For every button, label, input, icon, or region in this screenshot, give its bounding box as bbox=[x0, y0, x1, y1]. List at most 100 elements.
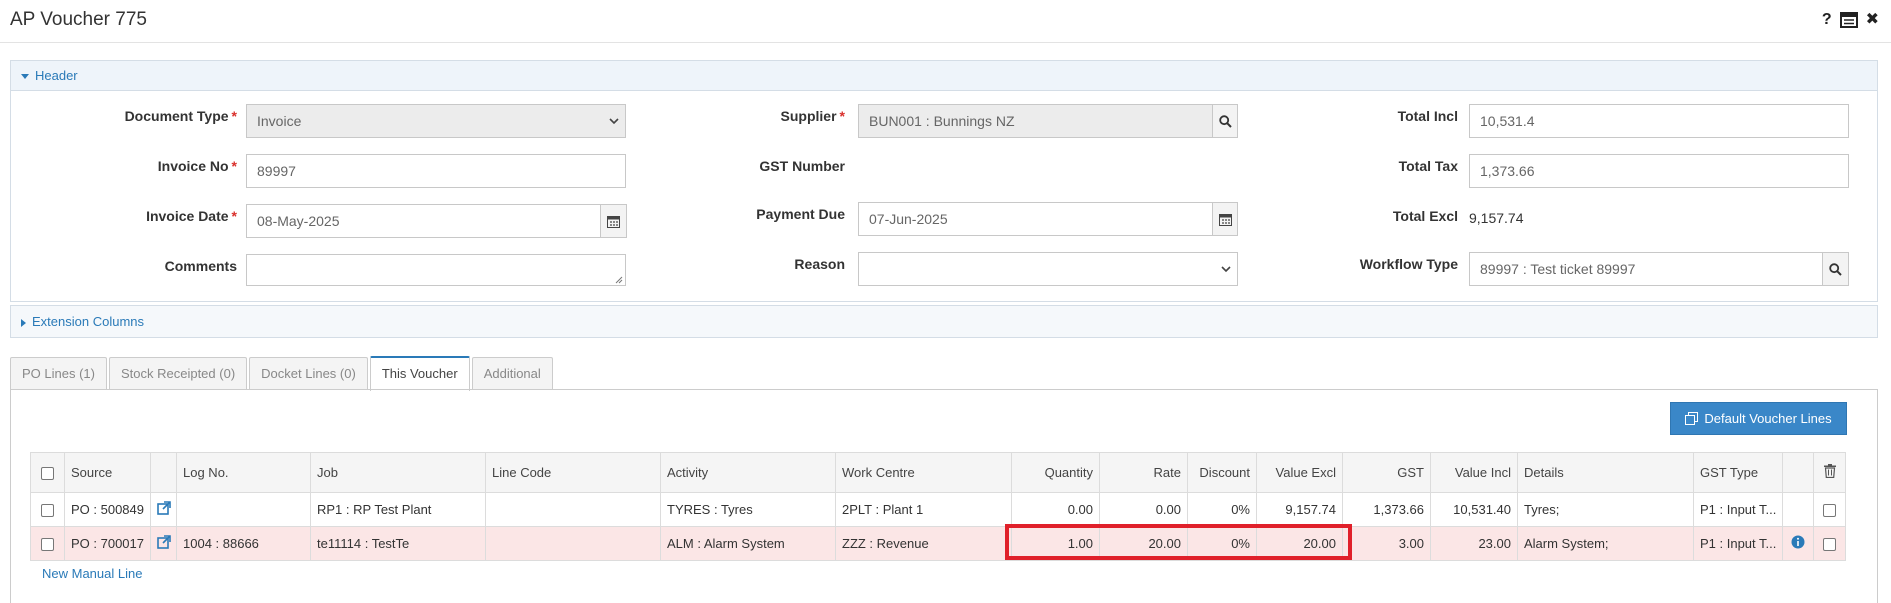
activity-cell: ALM : Alarm System bbox=[660, 526, 836, 561]
payment-due-picker[interactable] bbox=[1212, 202, 1238, 236]
extension-panel-toggle[interactable]: Extension Columns bbox=[11, 306, 1877, 338]
details-cell: Tyres; bbox=[1517, 492, 1694, 527]
invoice-date-picker[interactable] bbox=[600, 204, 627, 238]
col-details[interactable]: Details bbox=[1517, 452, 1694, 493]
close-icon[interactable]: ✖ bbox=[1866, 11, 1879, 29]
source-link[interactable]: PO : 700017 bbox=[64, 526, 151, 561]
invoice-date-label: Invoice Date * bbox=[146, 208, 237, 224]
tab-stock-receipted[interactable]: Stock Receipted (0) bbox=[108, 357, 248, 390]
line-code-cell bbox=[485, 492, 661, 527]
reason-select[interactable] bbox=[858, 252, 1238, 286]
reason-label: Reason bbox=[794, 256, 845, 272]
header-panel-toggle[interactable]: Header bbox=[11, 61, 1877, 91]
row-checkbox[interactable] bbox=[41, 538, 54, 552]
log-no-cell bbox=[176, 492, 311, 527]
delete-checkbox[interactable] bbox=[1823, 538, 1837, 552]
document-type-select[interactable]: Invoice bbox=[246, 104, 626, 138]
open-link-cell bbox=[150, 526, 177, 561]
col-source[interactable]: Source bbox=[64, 452, 151, 493]
default-voucher-lines-button[interactable]: Default Voucher Lines bbox=[1670, 402, 1847, 435]
tab-additional[interactable]: Additional bbox=[471, 357, 553, 390]
col-discount[interactable]: Discount bbox=[1187, 452, 1257, 493]
table-row[interactable]: PO : 700017 1004 : 88666 te11114 : TestT… bbox=[30, 526, 1847, 561]
comments-textarea[interactable] bbox=[246, 254, 626, 286]
trash-icon[interactable] bbox=[1823, 464, 1836, 479]
col-gst[interactable]: GST bbox=[1342, 452, 1431, 493]
total-tax-label: Total Tax bbox=[1398, 158, 1458, 174]
tab-docket-lines[interactable]: Docket Lines (0) bbox=[249, 357, 368, 390]
help-icon[interactable]: ? bbox=[1822, 11, 1832, 29]
gst-type-cell: P1 : Input T... bbox=[1692, 526, 1784, 561]
col-work-centre[interactable]: Work Centre bbox=[835, 452, 1012, 493]
calendar-icon bbox=[1218, 213, 1232, 226]
row-checkbox[interactable] bbox=[41, 504, 54, 518]
calendar-icon bbox=[607, 215, 620, 228]
total-incl-label: Total Incl bbox=[1397, 108, 1458, 124]
select-all-cell bbox=[30, 452, 65, 493]
col-line-code[interactable]: Line Code bbox=[485, 452, 661, 493]
document-type-label: Document Type * bbox=[124, 108, 237, 124]
payment-due-input[interactable]: 07-Jun-2025 bbox=[858, 202, 1213, 236]
job-cell: te11114 : TestTe bbox=[310, 526, 486, 561]
line-code-cell bbox=[485, 526, 661, 561]
header-panel-title: Header bbox=[35, 68, 78, 83]
caret-down-icon bbox=[21, 74, 29, 80]
gst-number-label: GST Number bbox=[759, 158, 845, 174]
col-rate[interactable]: Rate bbox=[1099, 452, 1188, 493]
total-incl-input[interactable]: 10,531.4 bbox=[1469, 104, 1849, 138]
col-open-link bbox=[150, 452, 177, 493]
info-cell bbox=[1782, 492, 1815, 527]
work-centre-cell: ZZZ : Revenue bbox=[835, 526, 1012, 561]
tab-this-voucher[interactable]: This Voucher bbox=[369, 356, 470, 391]
details-cell: Alarm System; bbox=[1517, 526, 1694, 561]
tab-po-lines[interactable]: PO Lines (1) bbox=[10, 357, 107, 390]
col-activity[interactable]: Activity bbox=[660, 452, 836, 493]
col-value-incl[interactable]: Value Incl bbox=[1430, 452, 1518, 493]
workflow-type-search-button[interactable] bbox=[1822, 252, 1849, 286]
row-select-cell bbox=[30, 492, 65, 527]
list-view-icon[interactable] bbox=[1839, 12, 1858, 28]
payment-due-label: Payment Due bbox=[756, 206, 845, 222]
col-gst-type[interactable]: GST Type bbox=[1692, 452, 1784, 493]
chevron-down-icon bbox=[1221, 266, 1231, 273]
table-header-row: Source Log No. Job Line Code Activity Wo… bbox=[30, 452, 1847, 493]
col-job[interactable]: Job bbox=[310, 452, 486, 493]
job-cell: RP1 : RP Test Plant bbox=[310, 492, 486, 527]
window-actions: ? ✖ bbox=[1822, 11, 1879, 29]
new-manual-line-link[interactable]: New Manual Line bbox=[42, 566, 142, 581]
activity-cell: TYRES : Tyres bbox=[660, 492, 836, 527]
source-link[interactable]: PO : 500849 bbox=[64, 492, 151, 527]
info-icon[interactable] bbox=[1791, 535, 1805, 549]
col-info bbox=[1782, 452, 1815, 493]
caret-right-icon bbox=[21, 318, 26, 327]
gst-cell: 3.00 bbox=[1342, 526, 1431, 561]
invoice-no-input[interactable]: 89997 bbox=[246, 154, 626, 188]
workflow-type-label: Workflow Type bbox=[1359, 256, 1458, 272]
select-all-checkbox[interactable] bbox=[41, 467, 54, 481]
total-tax-input[interactable]: 1,373.66 bbox=[1469, 154, 1849, 188]
tab-bar: PO Lines (1) Stock Receipted (0) Docket … bbox=[10, 356, 553, 391]
col-delete bbox=[1813, 452, 1847, 493]
resize-handle-icon[interactable] bbox=[615, 276, 623, 284]
external-link-icon[interactable] bbox=[156, 535, 171, 549]
total-excl-label: Total Excl bbox=[1392, 208, 1458, 224]
voucher-lines-table: Source Log No. Job Line Code Activity Wo… bbox=[30, 452, 1847, 561]
col-quantity[interactable]: Quantity bbox=[1011, 452, 1100, 493]
col-value-excl[interactable]: Value Excl bbox=[1256, 452, 1343, 493]
invoice-no-label: Invoice No * bbox=[157, 158, 237, 174]
value-incl-cell: 23.00 bbox=[1430, 526, 1518, 561]
gst-type-cell: P1 : Input T... bbox=[1692, 492, 1784, 527]
col-log-no[interactable]: Log No. bbox=[176, 452, 311, 493]
invoice-date-input[interactable]: 08-May-2025 bbox=[246, 204, 601, 238]
discount-cell: 0% bbox=[1187, 526, 1257, 561]
supplier-search-button[interactable] bbox=[1212, 104, 1238, 138]
supplier-input[interactable]: BUN001 : Bunnings NZ bbox=[858, 104, 1213, 138]
gst-cell: 1,373.66 bbox=[1342, 492, 1431, 527]
delete-checkbox[interactable] bbox=[1823, 504, 1837, 518]
open-link-cell bbox=[150, 492, 177, 527]
workflow-type-input[interactable]: 89997 : Test ticket 89997 bbox=[1469, 252, 1823, 286]
discount-cell: 0% bbox=[1187, 492, 1257, 527]
total-excl-value: 9,157.74 bbox=[1469, 210, 1524, 226]
table-row[interactable]: PO : 500849 RP1 : RP Test Plant TYRES : … bbox=[30, 492, 1847, 527]
external-link-icon[interactable] bbox=[156, 501, 171, 515]
